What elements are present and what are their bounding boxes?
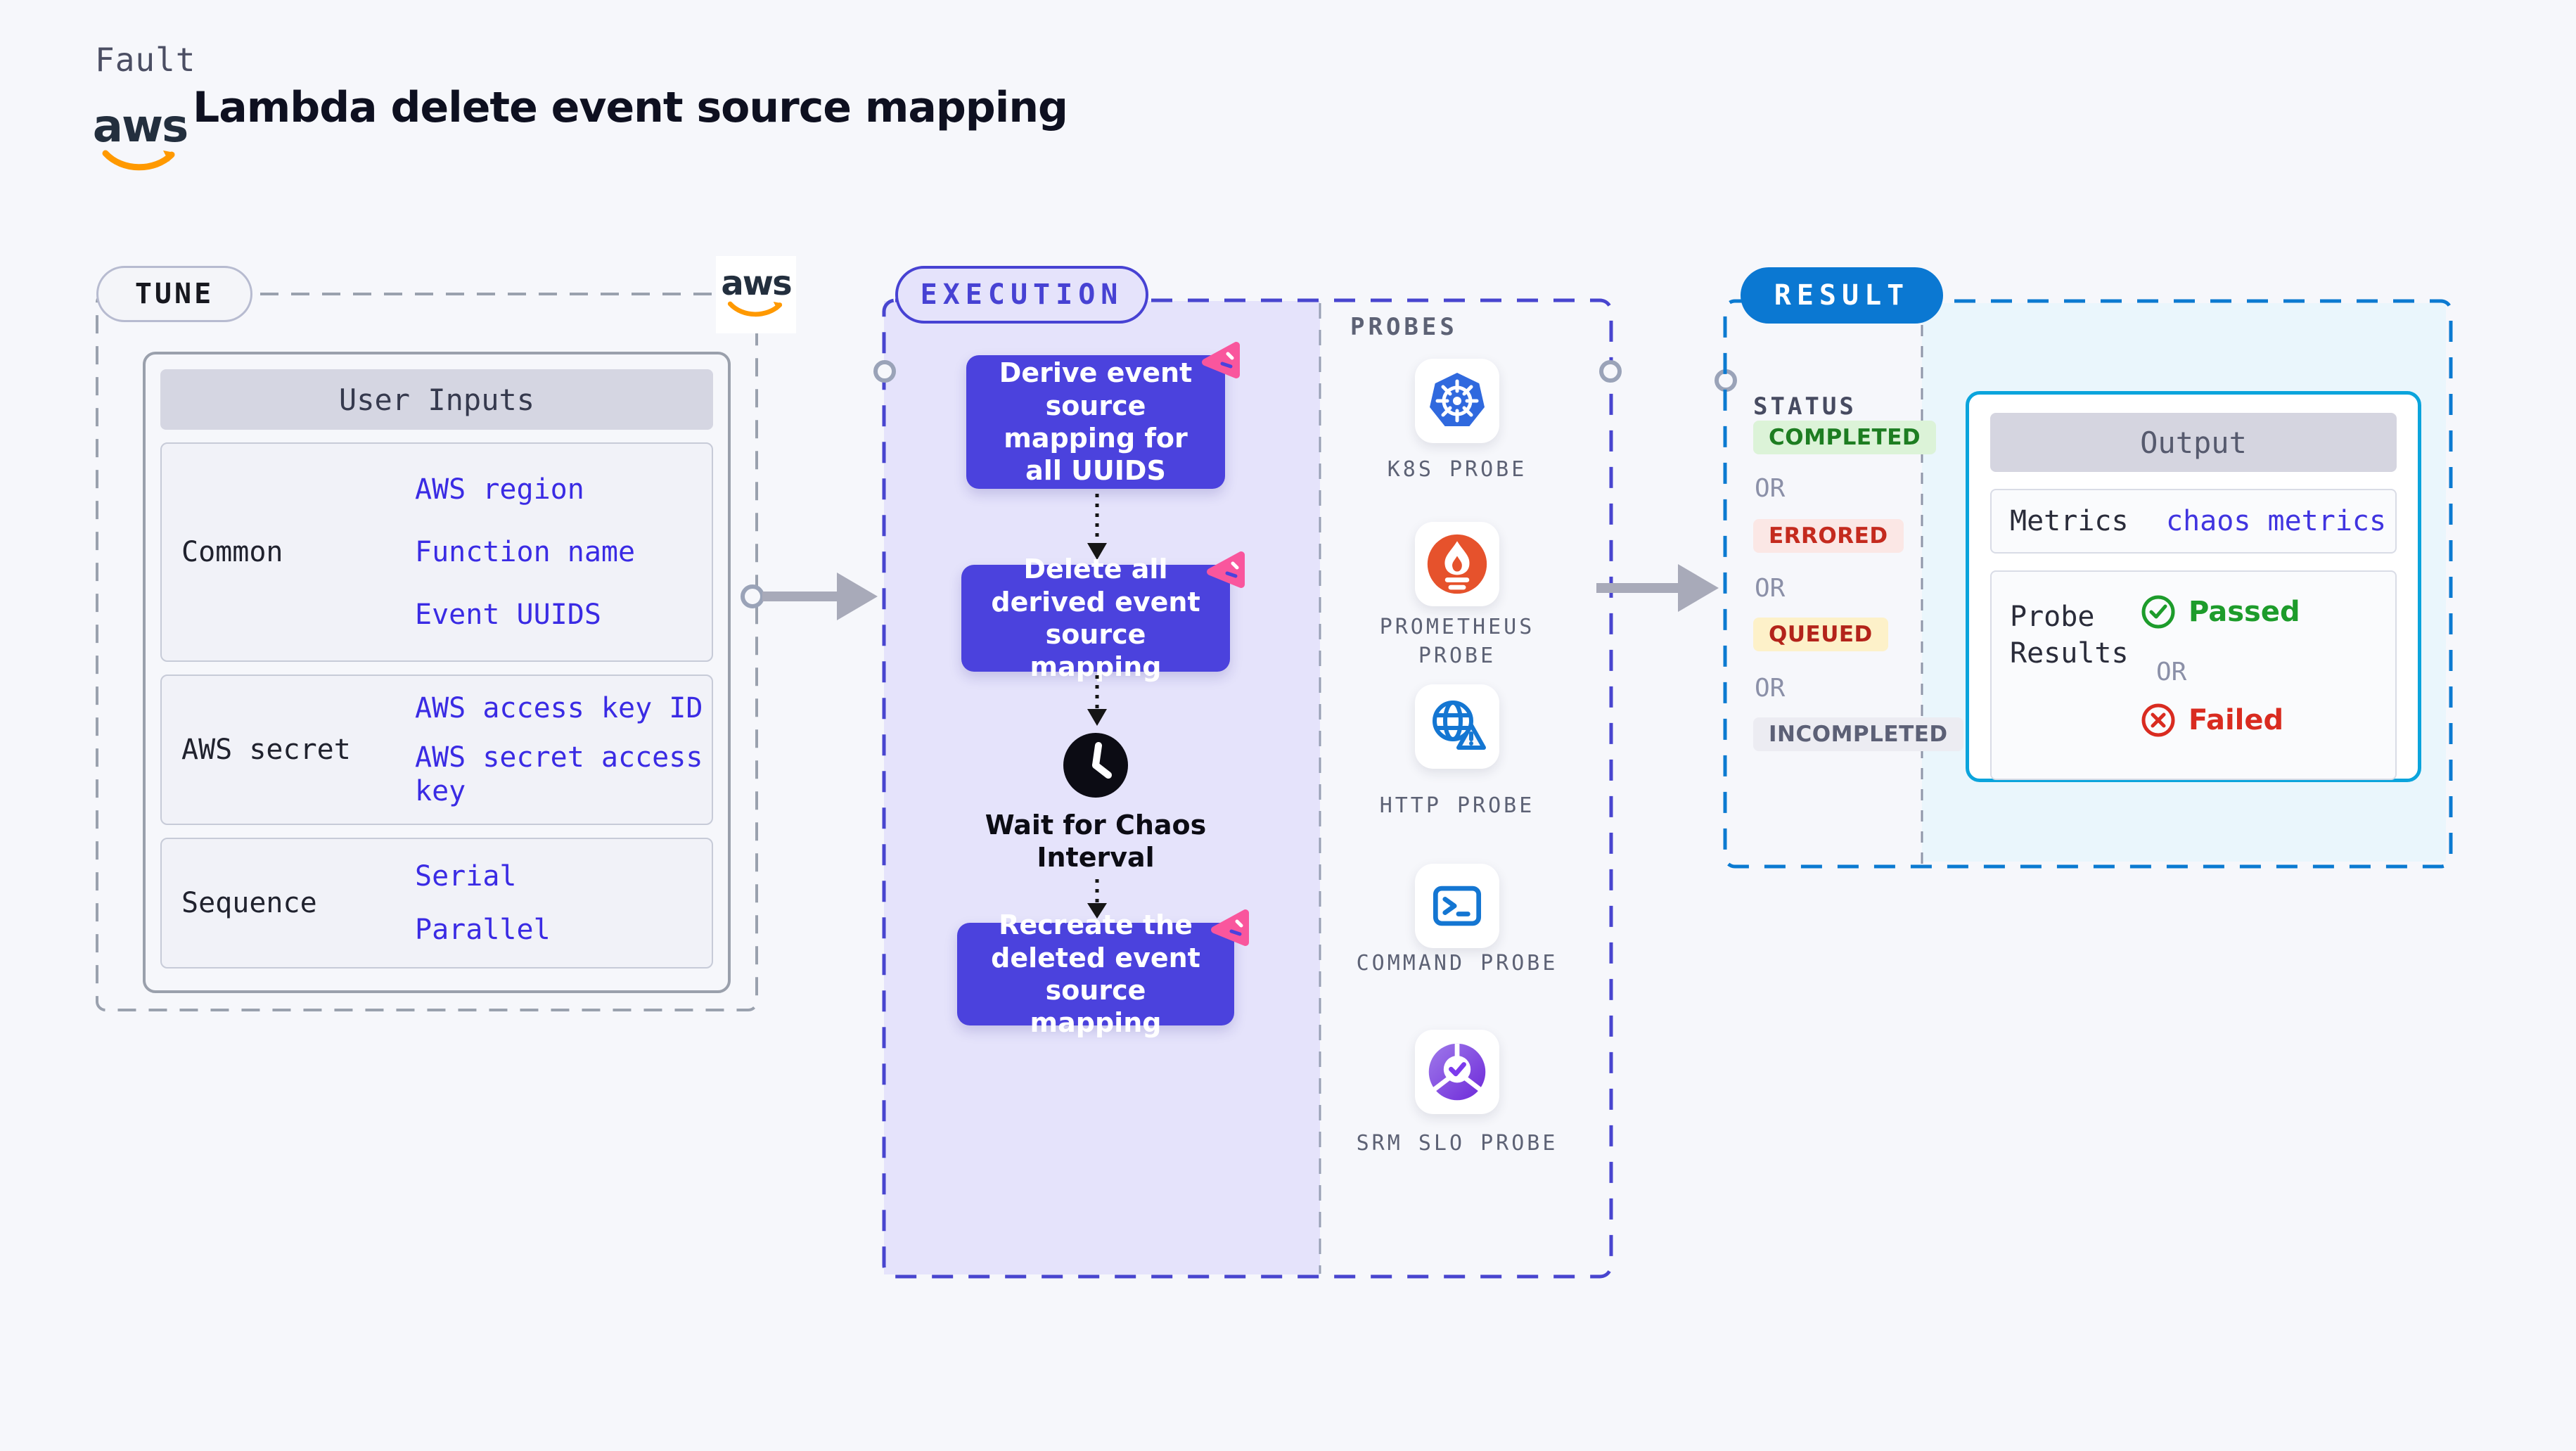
row-links: AWS region Function name Event UUIDS	[415, 444, 717, 660]
http-globe-warning-icon	[1433, 701, 1486, 750]
probe-tile-k8s	[1415, 359, 1499, 443]
probe-results-row: Probe Results Passed OR Failed	[1990, 570, 2397, 780]
probe-tile-command	[1415, 864, 1499, 948]
user-inputs-row-sequence: Sequence Serial Parallel	[160, 838, 713, 969]
probes-section-label: PROBES	[1350, 313, 1458, 341]
metrics-row: Metrics chaos metrics	[1990, 489, 2397, 554]
chaos-fault-icon	[1202, 342, 1240, 378]
step-recreate-event-source-mapping: Recreate the deleted event source mappin…	[957, 909, 1249, 1038]
row-links: Serial Parallel	[415, 839, 717, 967]
chaos-metrics-link[interactable]: chaos metrics	[2166, 505, 2386, 537]
aws-logo-icon: aws	[721, 267, 793, 320]
user-inputs-card: User Inputs Common AWS region Function n…	[143, 352, 731, 993]
link-parallel[interactable]: Parallel	[415, 913, 717, 947]
fault-diagram: Fault aws Lambda delete event source map…	[0, 0, 2576, 1451]
link-aws-secret-access-key[interactable]: AWS secret access key	[415, 741, 717, 808]
link-function-name[interactable]: Function name	[415, 535, 717, 569]
probe-results-label: Probe Results	[2010, 601, 2129, 670]
metrics-label: Metrics	[2010, 505, 2129, 537]
output-panel: Output Metrics chaos metrics Probe Resul…	[1966, 391, 2421, 782]
passed-check-icon	[2141, 595, 2175, 629]
clock-icon	[1063, 733, 1128, 798]
connector-dot-icon	[873, 360, 896, 383]
probe-label-command: COMMAND PROBE	[1356, 951, 1558, 976]
probe-label-http: HTTP PROBE	[1379, 793, 1535, 818]
tune-badge: TUNE	[96, 266, 252, 322]
probe-result-failed: Failed	[2141, 703, 2283, 738]
aws-smile-icon	[727, 301, 783, 317]
or-separator: OR	[2156, 658, 2187, 686]
arrow-tune-to-execution-icon	[741, 573, 878, 620]
row-links: AWS access key ID AWS secret access key	[415, 676, 717, 824]
terminal-icon	[1433, 886, 1482, 926]
step-derive-event-source-mapping: Derive event source mapping for all UUID…	[966, 342, 1240, 489]
dotted-arrow-down-icon	[1087, 675, 1107, 726]
link-aws-access-key-id[interactable]: AWS access key ID	[415, 691, 717, 725]
or-separator: OR	[1755, 474, 1786, 503]
link-aws-region[interactable]: AWS region	[415, 473, 717, 506]
failed-x-icon	[2141, 703, 2175, 737]
output-header: Output	[1990, 413, 2397, 472]
kubernetes-icon	[1430, 373, 1485, 426]
row-label: AWS secret	[181, 734, 351, 766]
user-inputs-row-aws-secret: AWS secret AWS access key ID AWS secret …	[160, 675, 713, 825]
status-badge-incompleted: INCOMPLETED	[1753, 717, 1963, 751]
probe-label-prometheus: PROMETHEUS PROBE	[1379, 615, 1535, 668]
probe-label-k8s: K8S PROBE	[1387, 457, 1527, 482]
dotted-arrow-down-icon	[1087, 494, 1107, 560]
tune-aws-logo: aws	[716, 256, 796, 333]
step-delete-event-source-mapping: Delete all derived event source mapping	[961, 551, 1245, 682]
or-separator: OR	[1755, 674, 1786, 703]
link-serial[interactable]: Serial	[415, 859, 717, 893]
probe-tile-prometheus	[1415, 522, 1499, 606]
row-label: Common	[181, 536, 283, 568]
status-badge-queued: QUEUED	[1753, 618, 1888, 651]
page-title: Lambda delete event source mapping	[193, 83, 1068, 132]
user-inputs-row-common: Common AWS region Function name Event UU…	[160, 442, 713, 662]
srm-slo-icon	[1428, 1043, 1486, 1101]
aws-smile-icon	[102, 150, 175, 170]
connector-dot-icon	[1599, 360, 1622, 383]
aws-logo-icon: aws	[93, 104, 188, 176]
probe-label-srm-slo: SRM SLO PROBE	[1356, 1131, 1558, 1156]
chaos-fault-icon	[1207, 551, 1245, 588]
status-badge-completed: COMPLETED	[1753, 421, 1937, 454]
aws-logo-text: aws	[92, 101, 188, 153]
result-badge: RESULT	[1741, 267, 1943, 324]
chaos-fault-icon	[1211, 909, 1249, 946]
fault-kind-label: Fault	[95, 41, 196, 79]
probe-tile-srm-slo	[1415, 1030, 1499, 1114]
link-event-uuids[interactable]: Event UUIDS	[415, 598, 717, 632]
probe-result-passed: Passed	[2141, 594, 2300, 629]
probe-tile-http	[1415, 684, 1499, 769]
user-inputs-header: User Inputs	[160, 369, 713, 430]
prometheus-icon	[1427, 534, 1487, 594]
arrow-execution-to-result-icon	[1596, 564, 1719, 612]
or-separator: OR	[1755, 574, 1786, 603]
status-badge-errored: ERRORED	[1753, 519, 1904, 553]
step-wait-for-chaos-interval: Wait for Chaos Interval	[985, 810, 1207, 874]
execution-badge: EXECUTION	[895, 266, 1148, 324]
status-label: STATUS	[1753, 392, 1857, 421]
row-label: Sequence	[181, 887, 317, 919]
